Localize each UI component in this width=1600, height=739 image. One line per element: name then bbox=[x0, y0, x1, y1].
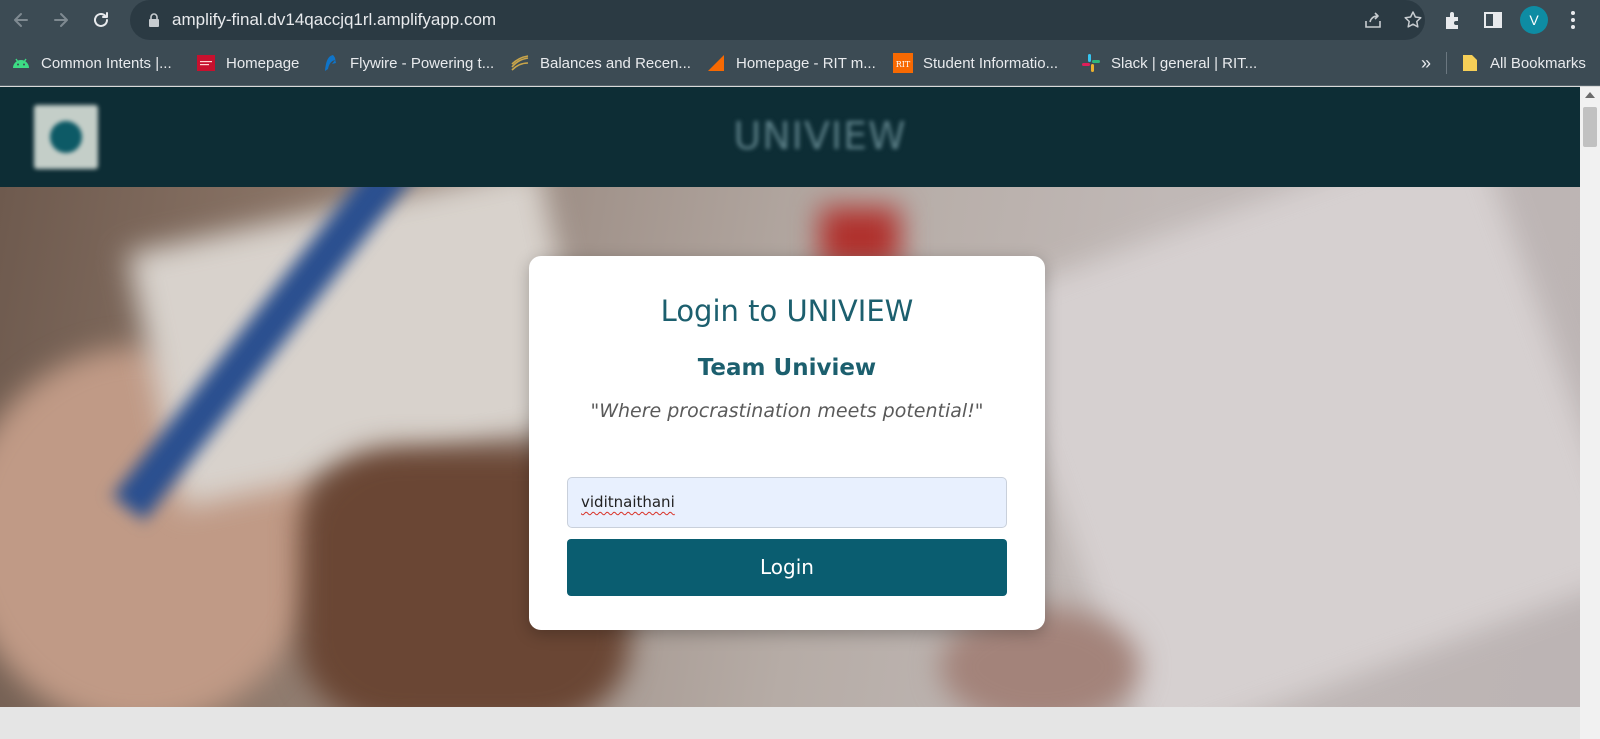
bookmark-label: Homepage - RIT m... bbox=[736, 54, 876, 72]
all-bookmarks-folder[interactable]: All Bookmarks bbox=[1460, 52, 1586, 74]
login-card: Login to UNIVIEW Team Uniview "Where pro… bbox=[529, 256, 1045, 630]
bookmarks-divider bbox=[1446, 52, 1447, 74]
scrollbar-thumb[interactable] bbox=[1583, 107, 1597, 147]
bookmark-common-intents[interactable]: Common Intents |... bbox=[11, 52, 172, 74]
rit-icon: RIT bbox=[893, 53, 913, 73]
oracle-icon bbox=[197, 55, 215, 71]
bookmark-label: All Bookmarks bbox=[1490, 54, 1586, 72]
bookmark-label: Balances and Recen... bbox=[540, 54, 691, 72]
forward-arrow-icon bbox=[54, 13, 68, 27]
app-brand: UNIVIEW bbox=[733, 114, 907, 158]
bookmark-label: Common Intents |... bbox=[41, 54, 172, 72]
flywire-icon bbox=[325, 55, 336, 71]
rit-triangle-icon bbox=[708, 55, 724, 71]
svg-text:RIT: RIT bbox=[896, 60, 911, 69]
slack-icon bbox=[1082, 54, 1100, 72]
username-input[interactable]: viditnaithani bbox=[567, 477, 1007, 528]
bookmarks-bar: Common Intents |... Homepage Flywire - P… bbox=[0, 40, 1600, 86]
lock-icon[interactable] bbox=[146, 12, 162, 28]
page-footer-strip bbox=[0, 707, 1580, 739]
bookmark-label: Student Informatio... bbox=[923, 54, 1059, 72]
android-icon bbox=[13, 58, 29, 68]
extensions-puzzle-icon[interactable] bbox=[1442, 9, 1464, 31]
address-bar[interactable]: amplify-final.dv14qaccjq1rl.amplifyapp.c… bbox=[130, 0, 1425, 40]
overflow-chevron-icon: » bbox=[1421, 52, 1432, 73]
side-panel-icon[interactable] bbox=[1482, 9, 1504, 31]
bookmark-label: Homepage bbox=[226, 54, 300, 72]
bookmarks-overflow-button[interactable]: » bbox=[1421, 52, 1431, 74]
bookmark-star-icon[interactable] bbox=[1402, 9, 1424, 31]
team-name: Team Uniview bbox=[697, 355, 877, 381]
bookmark-slack[interactable]: Slack | general | RIT... bbox=[1081, 52, 1257, 74]
profile-avatar[interactable]: V bbox=[1520, 6, 1548, 34]
bookmark-balances[interactable]: Balances and Recen... bbox=[510, 52, 691, 74]
back-arrow-icon bbox=[14, 13, 28, 27]
bookmark-flywire[interactable]: Flywire - Powering t... bbox=[320, 52, 494, 74]
vertical-scrollbar[interactable] bbox=[1580, 87, 1600, 739]
bookmark-label: Flywire - Powering t... bbox=[350, 54, 495, 72]
reload-icon bbox=[94, 12, 108, 27]
reload-button[interactable] bbox=[87, 6, 115, 34]
bookmark-label: Slack | general | RIT... bbox=[1111, 54, 1258, 72]
kebab-menu-icon[interactable] bbox=[1562, 9, 1584, 31]
balances-icon bbox=[511, 55, 529, 71]
forward-button[interactable] bbox=[47, 6, 75, 34]
bookmark-homepage[interactable]: Homepage bbox=[196, 52, 299, 74]
tagline: "Where procrastination meets potential!" bbox=[590, 400, 984, 422]
scroll-up-arrow-icon[interactable] bbox=[1585, 92, 1595, 98]
folder-icon bbox=[1463, 55, 1477, 71]
browser-toolbar: amplify-final.dv14qaccjq1rl.amplifyapp.c… bbox=[0, 0, 1600, 40]
app-header: UNIVIEW bbox=[0, 87, 1580, 187]
bookmark-rit-homepage[interactable]: Homepage - RIT m... bbox=[706, 52, 876, 74]
url-text[interactable]: amplify-final.dv14qaccjq1rl.amplifyapp.c… bbox=[172, 10, 496, 30]
page-viewport: UNIVIEW Login to UNIVIEW Team Uniview "W… bbox=[0, 87, 1580, 739]
login-title: Login to UNIVIEW bbox=[660, 294, 914, 328]
share-icon[interactable] bbox=[1362, 9, 1384, 31]
bookmark-student-info[interactable]: RIT Student Informatio... bbox=[893, 52, 1058, 74]
back-button[interactable] bbox=[7, 6, 35, 34]
login-button[interactable]: Login bbox=[567, 539, 1007, 596]
